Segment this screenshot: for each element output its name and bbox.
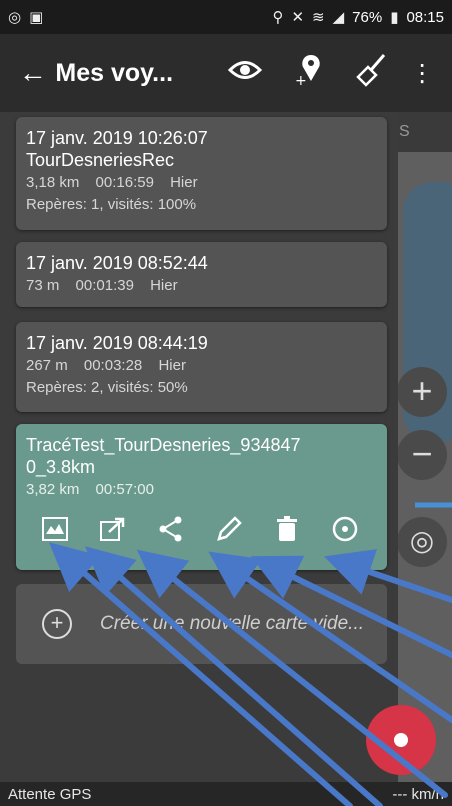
- locate-button[interactable]: ◎: [397, 517, 447, 567]
- signal-icon: ◢: [332, 9, 345, 26]
- gps-status: Attente GPS: [8, 785, 92, 803]
- map-view[interactable]: S + − ◎: [395, 112, 452, 782]
- page-title: Mes voy...: [55, 58, 174, 87]
- track-name: TourDesneriesRec: [26, 150, 175, 170]
- track-duration: 00:16:59: [95, 174, 154, 191]
- new-map-label: Créer une nouvelle carte vide...: [99, 613, 365, 634]
- map-tab-partial[interactable]: S: [395, 112, 452, 152]
- track-when: Hier: [150, 277, 178, 294]
- track-marks: Repères: 1, visités: 100%: [26, 196, 197, 213]
- track-card-1[interactable]: 17 janv. 2019 10:26:07 TourDesneriesRec …: [16, 117, 387, 230]
- delete-trash-icon[interactable]: [258, 512, 316, 546]
- track-title-line2: 0_3.8km: [26, 457, 96, 477]
- record-dot-icon: [394, 733, 408, 747]
- track-title: 17 janv. 2019 10:26:07: [26, 128, 208, 148]
- track-title: TracéTest_TourDesneries_934847: [26, 435, 301, 455]
- track-title: 17 janv. 2019 08:52:44: [26, 253, 208, 273]
- location-icon: ⚲: [272, 9, 284, 26]
- image-icon: ▣: [29, 9, 44, 26]
- new-map-card[interactable]: + Créer une nouvelle carte vide...: [16, 584, 387, 664]
- track-duration: 00:57:00: [95, 481, 154, 498]
- track-meta: 3,18 km 00:16:59 Hier: [26, 173, 377, 193]
- broom-icon[interactable]: [339, 53, 402, 94]
- add-marker-icon[interactable]: +: [276, 53, 339, 94]
- battery-percent: 76%: [352, 8, 383, 26]
- export-icon[interactable]: [84, 512, 142, 546]
- track-meta: 73 m 00:01:39 Hier: [26, 276, 377, 296]
- track-list-panel: 17 janv. 2019 10:26:07 TourDesneriesRec …: [0, 112, 398, 782]
- gps-status-bar: Attente GPS --- km/h: [0, 782, 452, 806]
- status-bar: ◎ ▣ ⚲ ✕ ≋ ◢ 76% ▮ 08:15: [0, 0, 452, 34]
- svg-text:+: +: [295, 73, 307, 87]
- track-duration: 00:01:39: [75, 277, 134, 294]
- overflow-menu-icon[interactable]: ⋮: [403, 59, 442, 88]
- mute-icon: ✕: [291, 9, 305, 26]
- track-card-selected[interactable]: TracéTest_TourDesneries_934847 0_3.8km 3…: [16, 424, 387, 570]
- edit-pencil-icon[interactable]: [200, 512, 258, 546]
- track-marks: Repères: 2, visités: 50%: [26, 379, 188, 396]
- track-duration: 00:03:28: [83, 357, 143, 374]
- eye-icon[interactable]: [213, 59, 276, 88]
- track-when: Hier: [170, 174, 198, 191]
- speed-readout: --- km/h: [392, 785, 444, 803]
- track-card-3[interactable]: 17 janv. 2019 08:44:19 267 m 00:03:28 Hi…: [16, 322, 387, 412]
- battery-icon: ▮: [390, 9, 399, 26]
- track-meta: 267 m 00:03:28 Hier: [26, 356, 377, 376]
- record-fab-button[interactable]: [366, 705, 436, 775]
- track-actions: [26, 512, 377, 546]
- show-on-map-icon[interactable]: [26, 512, 84, 546]
- track-card-2[interactable]: 17 janv. 2019 08:52:44 73 m 00:01:39 Hie…: [16, 242, 387, 307]
- track-distance: 3,18 km: [26, 174, 80, 191]
- back-arrow-icon[interactable]: ←: [10, 57, 55, 89]
- zoom-out-button[interactable]: −: [397, 430, 447, 480]
- zoom-in-button[interactable]: +: [397, 367, 447, 417]
- track-when: Hier: [158, 357, 186, 374]
- track-distance: 73 m: [26, 277, 60, 294]
- clock: 08:15: [406, 8, 444, 26]
- add-circle-icon[interactable]: +: [42, 609, 72, 639]
- track-distance: 267 m: [26, 357, 68, 374]
- app-bar: ← Mes voy... + ⋮: [0, 34, 452, 112]
- record-target-icon[interactable]: [316, 512, 374, 546]
- account-icon: ◎: [8, 9, 22, 26]
- track-meta: 3,82 km 00:57:00: [26, 480, 377, 500]
- track-distance: 3,82 km: [26, 481, 80, 498]
- wifi-icon: ≋: [312, 9, 325, 26]
- share-icon[interactable]: [142, 512, 200, 546]
- track-title: 17 janv. 2019 08:44:19: [26, 333, 208, 353]
